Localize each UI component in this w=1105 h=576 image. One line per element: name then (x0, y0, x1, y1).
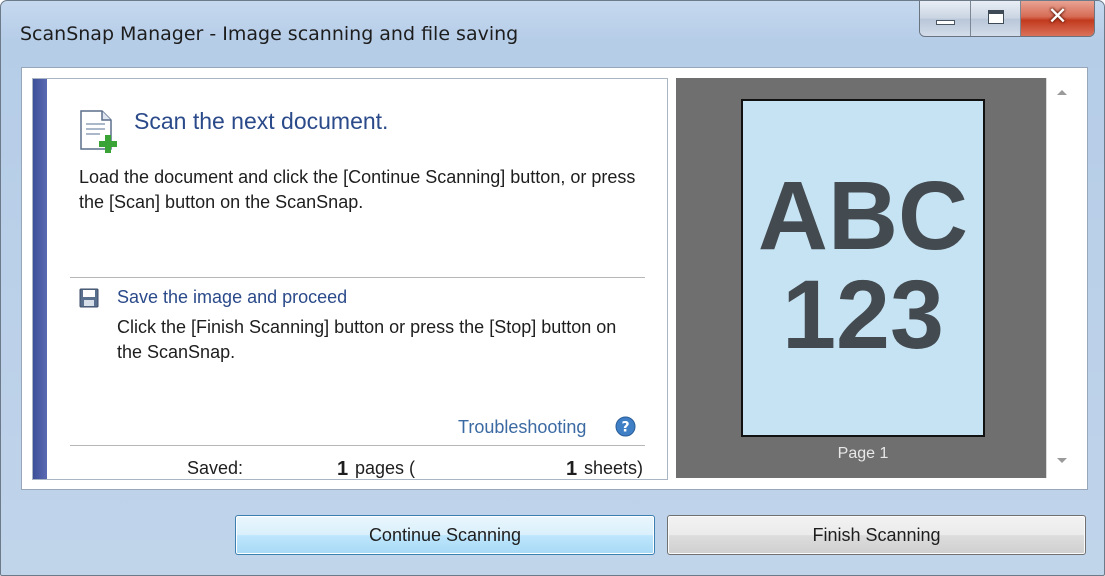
load-document-instruction: Load the document and click the [Continu… (79, 167, 636, 212)
continue-scanning-button[interactable]: Continue Scanning (235, 515, 655, 555)
scroll-down-icon[interactable] (1057, 458, 1067, 463)
section-divider (70, 277, 645, 278)
page-thumbnail[interactable]: ABC 123 (741, 99, 985, 437)
close-button[interactable]: ✕ (1021, 1, 1094, 36)
pages-unit: pages ( (355, 458, 416, 478)
main-content: Scan the next document. Load the documen… (21, 67, 1088, 490)
troubleshooting-link[interactable]: Troubleshooting (458, 417, 586, 438)
floppy-disk-icon (79, 288, 99, 308)
saved-label: Saved: (187, 458, 244, 478)
help-question-icon[interactable]: ? (615, 416, 636, 437)
maximize-icon (988, 10, 1004, 24)
pages-count: 1 (337, 458, 348, 481)
window-title: ScanSnap Manager - Image scanning and fi… (20, 23, 519, 45)
finish-scanning-button[interactable]: Finish Scanning (667, 515, 1086, 555)
page-label: Page 1 (837, 445, 889, 462)
maximize-button[interactable] (971, 1, 1021, 36)
minimize-icon (936, 20, 955, 25)
close-icon: ✕ (1047, 2, 1068, 30)
sheets-count-value: 1 (566, 458, 578, 480)
window-controls: ✕ (919, 1, 1095, 37)
title-bar[interactable]: ScanSnap Manager - Image scanning and fi… (1, 1, 1104, 67)
scan-next-heading: Scan the next document. (134, 108, 389, 134)
svg-text:?: ? (621, 420, 629, 436)
pages-count-value: 1 (337, 458, 349, 480)
save-image-link[interactable]: Save the image and proceed (117, 287, 347, 308)
scroll-up-icon[interactable] (1057, 90, 1067, 95)
status-divider (70, 445, 645, 446)
minimize-button[interactable] (920, 1, 971, 36)
document-plus-icon (80, 110, 117, 153)
thumbnail-text-line-1: ABC (757, 161, 969, 270)
preview-scrollbar[interactable] (1046, 78, 1076, 478)
scansnap-window: ScanSnap Manager - Image scanning and fi… (0, 0, 1105, 576)
sheets-count: 1 (566, 458, 577, 481)
thumbnail-text-line-2: 123 (782, 260, 944, 369)
page-preview-panel: ABC 123 Page 1 (676, 78, 1076, 478)
finish-scanning-instruction: Click the [Finish Scanning] button or pr… (117, 317, 617, 362)
accent-bar (33, 79, 47, 479)
instruction-panel: Scan the next document. Load the documen… (32, 78, 668, 480)
sheets-unit: sheets) (584, 458, 644, 478)
